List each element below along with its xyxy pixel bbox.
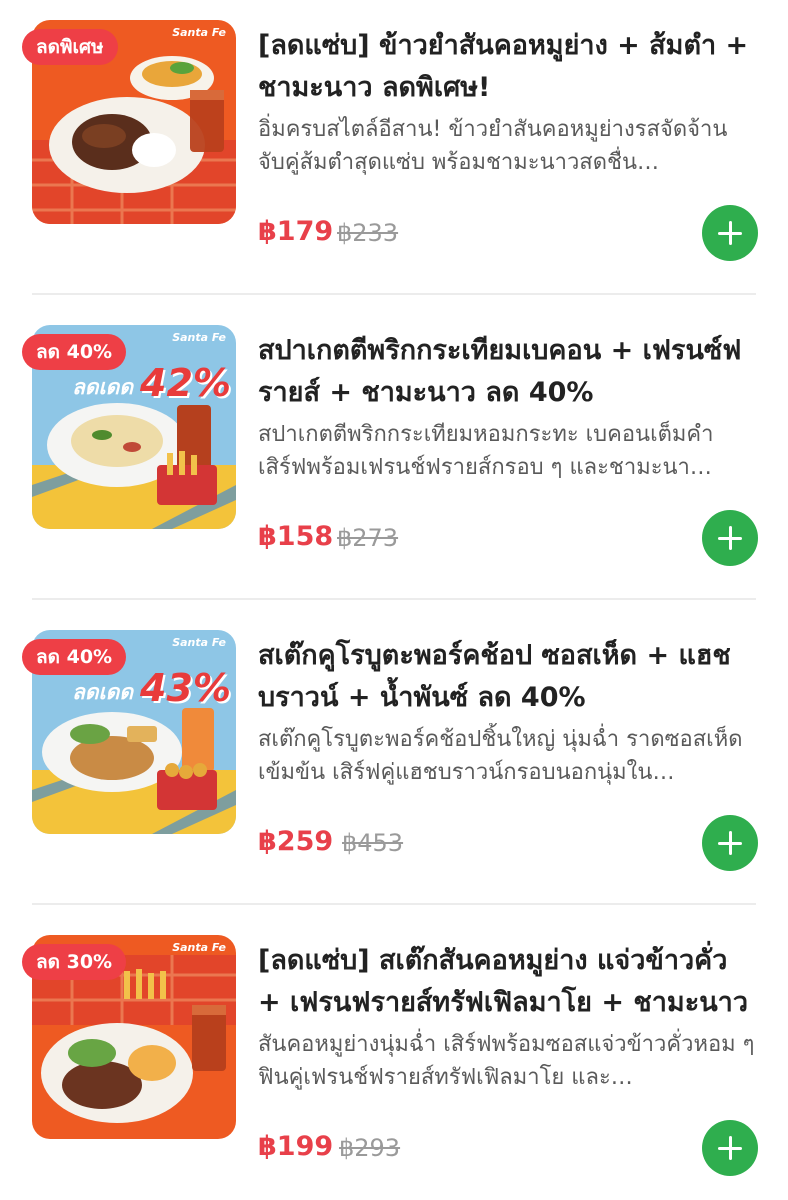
item-description: สปาเกตตีพริกกระเทียมหอมกระทะ เบคอนเต็มคำ… [258,422,714,480]
item-description: สันคอหมูย่างนุ่มฉ่ำ เสิร์ฟพร้อมซอสแจ่วข้… [258,1032,755,1090]
sale-price: ฿158 [258,521,334,552]
discount-badge: ลด 40% [22,639,127,675]
discount-badge: ลด 40% [22,334,127,370]
divider [32,598,756,600]
item-title: [ลดแซ่บ] ข้าวยำสันคอหมูย่าง + ส้มตำ + ชา… [258,30,749,103]
menu-item[interactable]: Santa Fe ลดพิเศษ [ลดแซ่บ] ข้าวยำสันคอหมู… [0,0,788,296]
divider [32,903,756,905]
add-to-cart-button[interactable] [702,510,758,566]
menu-item[interactable]: Santa Fe ลด 30% [ลดแซ่บ] สเต๊กสันคอหมูย่… [0,915,788,1200]
sale-price: ฿199 [258,1131,334,1162]
original-price: ฿233 [337,219,399,247]
item-description: อิ่มครบสไตล์อีสาน! ข้าวยำสันคอหมูย่างรสจ… [258,117,728,175]
promo-text: ลดเดด [72,680,133,704]
sale-price: ฿259 [258,826,334,857]
promo-percent: 43% [140,666,231,710]
menu-item[interactable]: Santa Fe ลดเดด 43% ลด 40% สเต๊กคูโรบูตะพ… [0,610,788,906]
promo-percent: 42% [140,361,231,405]
menu-item[interactable]: Santa Fe ลดเดด 42% ลด 40% สปาเกตตีพริกกร… [0,305,788,601]
item-description: สเต๊กคูโรบูตะพอร์คช้อปชิ้นใหญ่ นุ่มฉ่ำ ร… [258,727,743,785]
item-title: [ลดแซ่บ] สเต๊กสันคอหมูย่าง แจ่วข้าวคั่ว … [258,945,748,1018]
brand-logo: Santa Fe [172,26,226,39]
item-title: สปาเกตตีพริกกระเทียมเบคอน + เฟรนซ์ฟรายส์… [258,335,742,408]
add-to-cart-button[interactable] [702,1120,758,1176]
add-to-cart-button[interactable] [702,205,758,261]
item-title: สเต๊กคูโรบูตะพอร์คช้อป ซอสเห็ด + แฮชบราว… [258,640,731,713]
discount-badge: ลดพิเศษ [22,29,118,65]
brand-logo: Santa Fe [172,941,226,954]
brand-logo: Santa Fe [172,636,226,649]
original-price: ฿293 [339,1134,401,1162]
promo-text: ลดเดด [72,375,133,399]
discount-badge: ลด 30% [22,944,127,980]
brand-logo: Santa Fe [172,331,226,344]
divider [32,293,756,295]
original-price: ฿453 [342,829,404,857]
original-price: ฿273 [337,524,399,552]
add-to-cart-button[interactable] [702,815,758,871]
sale-price: ฿179 [258,216,334,247]
